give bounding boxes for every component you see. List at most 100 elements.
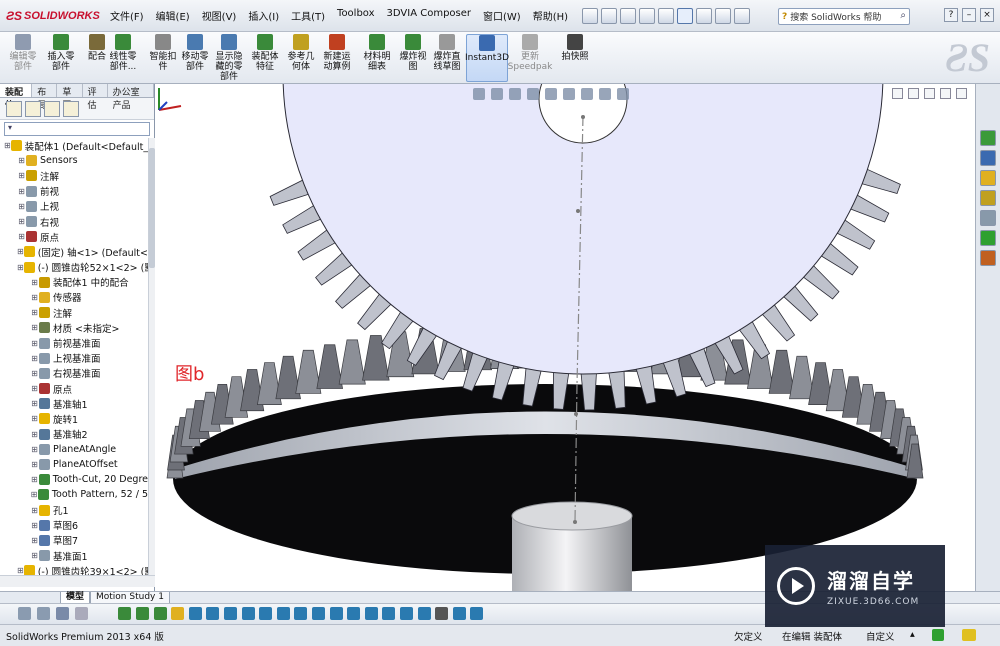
command-button[interactable]: 编辑零 部件 [6,34,40,82]
command-tab[interactable]: 草图 [57,84,83,111]
expand-icon[interactable]: ⊞ [17,247,24,256]
expand-icon[interactable]: ⊞ [30,339,39,348]
expand-icon[interactable]: ⊞ [17,156,26,165]
expand-icon[interactable]: ⊞ [30,521,39,530]
tree-horizontal-scrollbar[interactable] [0,575,155,587]
command-button[interactable]: 智能扣 件 [146,34,180,82]
viewport-split-icon[interactable] [892,88,903,99]
expand-icon[interactable]: ⊞ [30,551,39,560]
options-icon[interactable] [734,7,751,24]
command-button[interactable]: 更新 Speedpak [508,34,552,82]
tree-vertical-scrollbar[interactable] [148,138,155,575]
task-pane-icon[interactable] [980,210,996,226]
task-pane-icon[interactable] [980,170,996,186]
selection-filter-icon[interactable] [417,607,431,620]
selection-filter-icon[interactable] [118,607,132,620]
expand-icon[interactable]: ⊞ [30,414,39,423]
hide-show-icon[interactable] [581,88,593,100]
select-icon[interactable] [677,7,694,24]
menu-item[interactable]: 文件(F) [104,8,150,23]
menu-item[interactable]: 编辑(E) [150,8,196,23]
file-properties-icon[interactable] [715,7,732,24]
selection-filter-icon[interactable] [241,607,255,620]
expand-icon[interactable]: ⊞ [30,475,39,484]
units-dropdown-icon[interactable]: ▴ [910,629,915,640]
expand-icon[interactable]: ⊞ [30,278,39,287]
command-button[interactable]: 移动零 部件 [178,34,212,82]
task-pane-icon[interactable] [980,230,996,246]
expand-icon[interactable]: ⊞ [17,232,26,241]
selection-filter-icon[interactable] [400,607,413,620]
tree-item[interactable]: ⊞ 右视基准面 [0,366,148,381]
task-pane-icon[interactable] [980,150,996,166]
tree-item[interactable]: ⊞ 注解 [0,305,148,320]
command-tab[interactable]: 装配体 [0,84,33,111]
viewport-minimize-icon[interactable] [924,88,935,99]
expand-icon[interactable]: ⊞ [30,490,38,499]
command-button[interactable]: 装配体 特征 [248,34,282,82]
expand-icon[interactable]: ⊞ [30,506,39,515]
tree-item[interactable]: ⊞ (-) 圆锥齿轮52×1<2> (默 [0,260,148,275]
feature-tree-icon[interactable] [6,100,22,117]
selection-filter-icon[interactable] [75,607,88,620]
selection-filter-icon[interactable] [206,607,220,620]
tree-item[interactable]: ⊞ 注解 [0,168,148,183]
tree-item[interactable]: ⊞ 原点 [0,381,148,396]
tree-item[interactable]: ⊞ 草图6 [0,518,148,533]
selection-filter-icon[interactable] [276,607,290,620]
tree-item[interactable]: ⊞ 装配体1 (Default<Default_D [0,138,148,153]
tree-item[interactable]: ⊞ 右视 [0,214,148,229]
command-button[interactable]: Instant3D [465,34,509,82]
tree-item[interactable]: ⊞ Sensors [0,153,148,168]
close-button[interactable]: × [980,8,994,22]
command-button[interactable]: 材料明 细表 [360,34,394,82]
tree-item[interactable]: ⊞ 上视基准面 [0,351,148,366]
selection-filter-icon[interactable] [364,607,378,620]
command-button[interactable]: 爆炸视 图 [396,34,430,82]
selection-filter-icon[interactable] [294,607,308,620]
tree-item[interactable]: ⊞ PlaneAtAngle [0,442,148,457]
menu-item[interactable]: 帮助(H) [527,8,574,23]
appearance-icon[interactable] [63,100,79,117]
expand-icon[interactable]: ⊞ [17,566,24,575]
command-button[interactable]: 参考几 何体 [284,34,318,82]
tree-item[interactable]: ⊞ Tooth Pattern, 52 / 5 [0,487,148,502]
tree-item[interactable]: ⊞ 基准面1 [0,548,148,563]
expand-icon[interactable]: ⊞ [17,171,26,180]
task-pane-icon[interactable] [980,190,996,206]
selection-filter-icon[interactable] [171,607,185,620]
property-manager-icon[interactable] [25,100,41,117]
command-button[interactable]: 新建运 动算例 [320,34,354,82]
apply-scene-icon[interactable] [617,88,629,100]
selection-filter-icon[interactable] [188,607,202,620]
expand-icon[interactable]: ⊞ [30,399,39,408]
task-pane-icon[interactable] [980,130,996,146]
command-button[interactable]: 插入零 部件 [44,34,78,82]
expand-icon[interactable]: ⊞ [17,263,24,272]
display-style-icon[interactable] [563,88,575,100]
tree-item[interactable]: ⊞ 材质 <未指定> [0,320,148,335]
command-tab[interactable]: 布局 [32,84,58,111]
expand-icon[interactable]: ⊞ [17,187,26,196]
expand-icon[interactable]: ⊞ [30,384,39,393]
selection-filter-icon[interactable] [470,607,484,620]
expand-icon[interactable]: ⊞ [17,202,26,211]
previous-view-icon[interactable] [509,88,521,100]
selection-filter-icon[interactable] [37,607,50,620]
selection-filter-icon[interactable] [136,607,149,620]
expand-icon[interactable]: ⊞ [30,308,39,317]
selection-filter-icon[interactable] [452,607,466,620]
tree-filter[interactable]: ▾ [4,122,150,136]
expand-icon[interactable]: ⊞ [30,369,39,378]
configuration-manager-icon[interactable] [44,100,60,117]
selection-filter-icon[interactable] [259,607,273,620]
zoom-to-fit-icon[interactable] [473,88,485,100]
graphics-area[interactable]: 图b [155,84,975,591]
tree-item[interactable]: ⊞ 孔1 [0,503,148,518]
selection-filter-icon[interactable] [153,607,167,620]
edit-appearance-icon[interactable] [599,88,611,100]
menu-item[interactable]: 视图(V) [196,8,243,23]
tree-item[interactable]: ⊞ 基准轴2 [0,427,148,442]
task-pane-icon[interactable] [980,250,996,266]
selection-filter-icon[interactable] [382,607,396,620]
